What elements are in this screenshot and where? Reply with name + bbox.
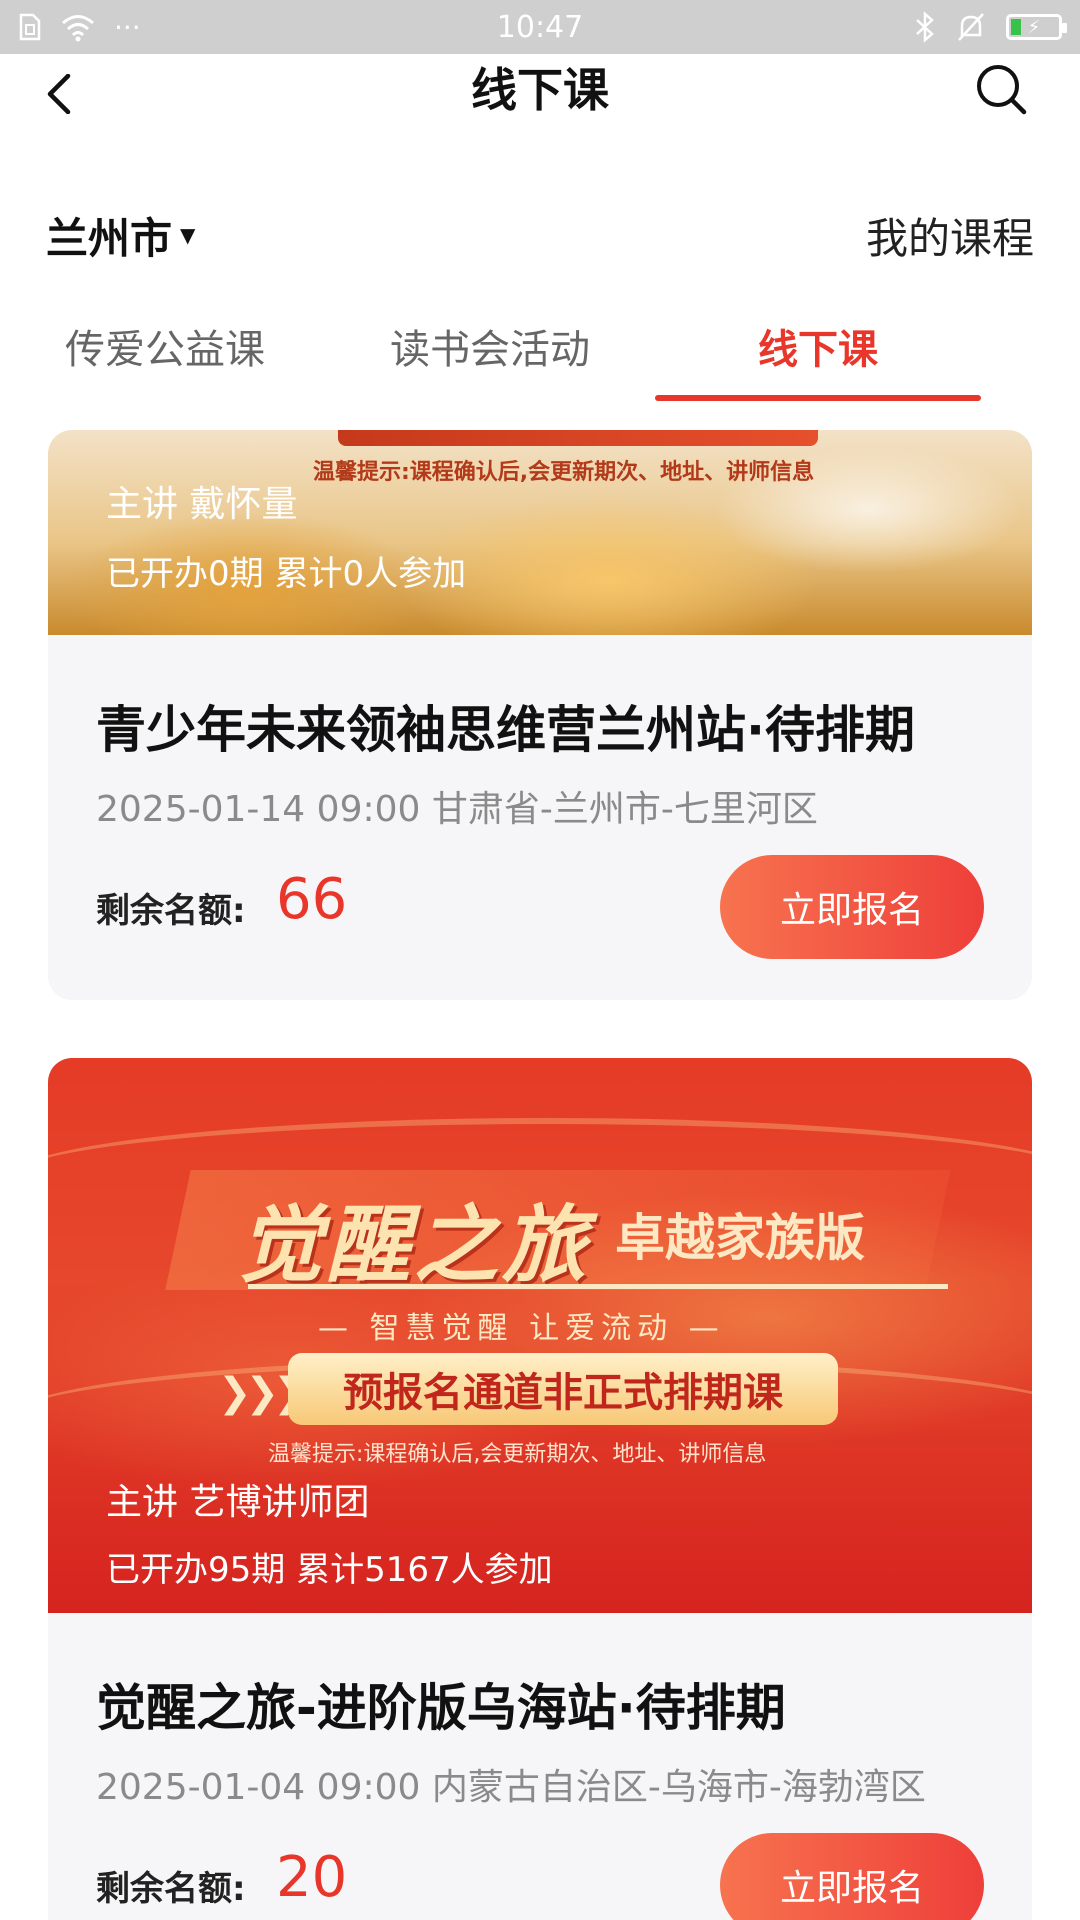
course-card[interactable]: 温馨提示:课程确认后,会更新期次、地址、讲师信息 主讲 戴怀量 已开办0期 累计… [48,430,1032,1000]
tab-offline-course[interactable]: 线下课 [653,317,983,375]
course-meta: 2025-01-14 09:00 甘肃省-兰州市-七里河区 [96,789,818,830]
banner-speaker: 主讲 戴怀量 [106,484,298,525]
status-bar: ··· 10:47 ⚡ [0,0,1080,54]
search-icon[interactable] [974,62,1028,116]
course-body: 青少年未来领袖思维营兰州站·待排期 2025-01-14 09:00 甘肃省-兰… [48,635,1032,1000]
caret-down-icon: ▼ [180,223,196,247]
tab-bar: 传爱公益课 读书会活动 线下课 [0,305,1080,405]
banner-stats: 已开办0期 累计0人参加 [106,554,467,594]
header: 线下课 [0,54,1080,154]
course-meta: 2025-01-04 09:00 内蒙古自治区-乌海市-海勃湾区 [96,1767,926,1808]
course-card[interactable]: 觉醒之旅 卓越家族版 — 智慧觉醒 让爱流动 — ❯❯❯❯ 预报名通道非正式排期… [48,1058,1032,1920]
banner-pill: 预报名通道非正式排期课 [288,1353,838,1425]
signup-button[interactable]: 立即报名 [720,1833,984,1920]
banner-hero-edition: 卓越家族版 [615,1209,865,1267]
city-row: 兰州市 ▼ 我的课程 [0,200,1080,270]
course-banner: 觉醒之旅 卓越家族版 — 智慧觉醒 让爱流动 — ❯❯❯❯ 预报名通道非正式排期… [48,1058,1032,1613]
quota-value: 20 [276,1845,348,1910]
tab-active-indicator [655,395,981,401]
quota-value: 66 [276,867,348,932]
tab-reading-club[interactable]: 读书会活动 [325,317,655,375]
my-courses-link[interactable]: 我的课程 [866,205,1034,266]
banner-hero-title: 觉醒之旅 [238,1196,591,1294]
banner-tip: 温馨提示:课程确认后,会更新期次、地址、讲师信息 [313,460,815,485]
course-title[interactable]: 觉醒之旅-进阶版乌海站·待排期 [96,1668,786,1740]
banner-stats: 已开办95期 累计5167人参加 [106,1550,553,1590]
city-label: 兰州市 [46,213,173,263]
quota-label: 剩余名额: [96,891,246,931]
back-icon[interactable] [40,74,80,114]
signup-button[interactable]: 立即报名 [720,855,984,959]
battery-icon: ⚡ [1006,14,1067,40]
course-body: 觉醒之旅-进阶版乌海站·待排期 2025-01-04 09:00 内蒙古自治区-… [48,1613,1032,1920]
banner-tip: 温馨提示:课程确认后,会更新期次、地址、讲师信息 [268,1442,767,1467]
tab-charity-course[interactable]: 传爱公益课 [0,317,330,375]
banner-divider [248,1284,948,1289]
page-title: 线下课 [471,63,609,117]
banner-ribbon [338,430,818,446]
status-time: 10:47 [496,9,584,45]
city-selector[interactable]: 兰州市 ▼ [46,205,195,266]
course-banner: 温馨提示:课程确认后,会更新期次、地址、讲师信息 主讲 戴怀量 已开办0期 累计… [48,430,1032,635]
course-title[interactable]: 青少年未来领袖思维营兰州站·待排期 [96,690,915,762]
banner-slogan: — 智慧觉醒 让爱流动 — [318,1311,725,1346]
banner-speaker: 主讲 艺博讲师团 [106,1482,370,1523]
quota-label: 剩余名额: [96,1869,246,1909]
course-list[interactable]: 温馨提示:课程确认后,会更新期次、地址、讲师信息 主讲 戴怀量 已开办0期 累计… [48,430,1032,1920]
